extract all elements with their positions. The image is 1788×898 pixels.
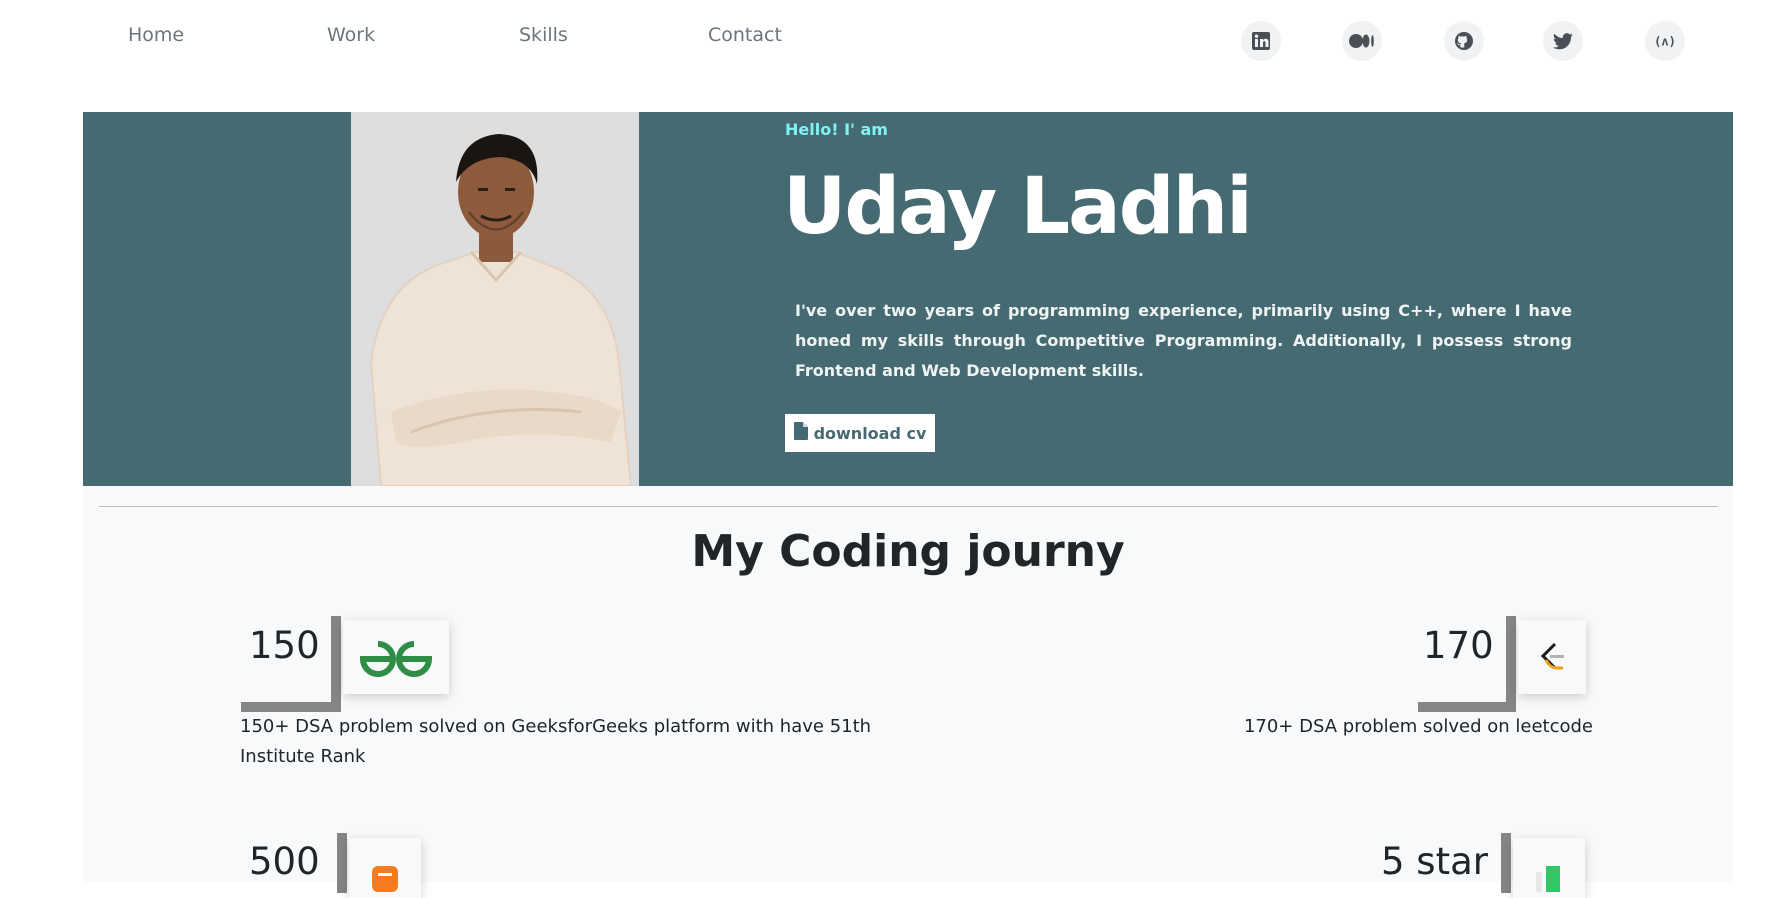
hackerrank-logo (1513, 838, 1585, 898)
stat-count: 170 (1423, 624, 1494, 667)
hero-intro: I've over two years of programming exper… (795, 301, 1572, 380)
stat-corner (331, 616, 341, 712)
file-icon (793, 422, 808, 444)
profile-photo (351, 112, 639, 486)
stat-corner (1501, 833, 1511, 893)
nav-contact-link[interactable]: Contact (708, 24, 782, 46)
page: Home Work Skills Contact (ʌ) Hello! I' a… (83, 0, 1733, 898)
download-cv-label: download cv (813, 423, 927, 443)
hero-name: Uday Ladhi (783, 162, 1253, 252)
stat-description: 150+ DSA problem solved on GeeksforGeeks… (240, 716, 872, 767)
stat-count: 5 star (1381, 840, 1488, 883)
github-icon[interactable] (1444, 21, 1484, 61)
stat-corner (337, 833, 347, 893)
stat-count: 150 (249, 624, 320, 667)
twitter-icon[interactable] (1543, 21, 1583, 61)
stat-count: 500 (249, 840, 320, 883)
coding-journey-title: My Coding journy (691, 526, 1125, 577)
svg-text:(ʌ): (ʌ) (1654, 35, 1676, 49)
stat-corner (1506, 616, 1516, 712)
leetcode-logo (1518, 620, 1586, 694)
nav-work-link[interactable]: Work (327, 24, 375, 46)
geeksforgeeks-logo (343, 620, 449, 694)
stat-description: 170+ DSA problem solved on leetcode (1243, 716, 1593, 737)
top-navbar: Home Work Skills Contact (ʌ) (83, 0, 1733, 112)
section-divider (99, 506, 1718, 507)
medium-icon[interactable] (1342, 21, 1382, 61)
nav-skills-link[interactable]: Skills (519, 24, 568, 46)
hero-greeting: Hello! I' am (785, 120, 888, 139)
linkedin-icon[interactable] (1241, 21, 1281, 61)
codestudio-logo (349, 838, 421, 898)
stat-corner (241, 702, 341, 712)
nav-home-link[interactable]: Home (128, 24, 184, 46)
codechef-icon[interactable]: (ʌ) (1645, 21, 1685, 61)
hero-section: Hello! I' am Uday Ladhi I've over two ye… (83, 112, 1733, 486)
stat-corner (1418, 702, 1516, 712)
download-cv-button[interactable]: download cv (785, 414, 935, 452)
